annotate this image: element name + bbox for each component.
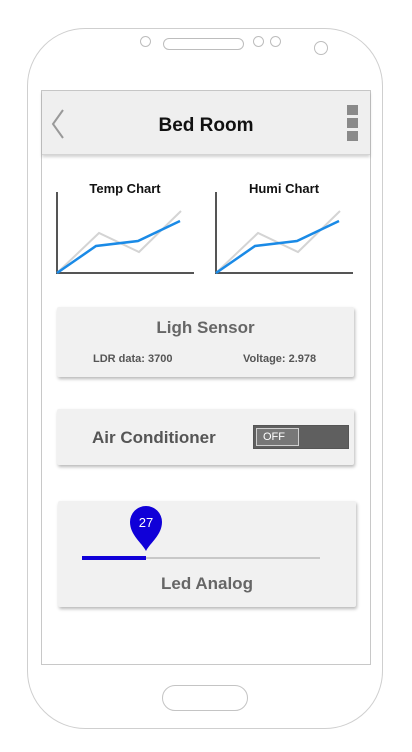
front-camera xyxy=(140,36,151,47)
led-slider-fill xyxy=(82,556,146,560)
led-analog-label: Led Analog xyxy=(161,574,253,593)
light-sensor-title: Ligh Sensor xyxy=(156,318,255,337)
app-screen: Bed Room Temp Chart Humi Chart Ligh Sens… xyxy=(41,90,371,665)
humi-chart: Humi Chart xyxy=(213,181,355,281)
light-sensor-card: Ligh Sensor LDR data: 3700 Voltage: 2.97… xyxy=(57,307,354,377)
top-bar: Bed Room xyxy=(42,91,370,155)
toggle-state-label: OFF xyxy=(256,428,299,446)
air-conditioner-toggle[interactable]: OFF xyxy=(253,425,349,449)
air-conditioner-card: Air Conditioner OFF xyxy=(57,409,354,465)
temp-chart: Temp Chart xyxy=(54,181,196,281)
voltage-text: Voltage: 2.978 xyxy=(243,353,317,365)
temp-chart-plot xyxy=(56,192,194,275)
led-slider-track[interactable] xyxy=(82,556,320,560)
more-menu-icon[interactable] xyxy=(347,105,358,141)
earpiece-speaker xyxy=(163,38,244,50)
temp-chart-series-gray xyxy=(56,210,182,274)
led-slider-value: 27 xyxy=(138,515,154,530)
phone-sensor xyxy=(314,41,328,55)
led-analog-card: 27 Led Analog xyxy=(58,501,356,607)
home-button[interactable] xyxy=(162,685,248,711)
ldr-data-text: LDR data: 3700 xyxy=(93,353,173,365)
temp-chart-series-blue xyxy=(56,219,181,275)
page-title: Bed Room xyxy=(158,115,254,136)
ambient-sensor xyxy=(270,36,281,47)
humi-chart-series-gray xyxy=(215,210,341,274)
humi-chart-plot xyxy=(215,192,353,275)
humi-chart-series-blue xyxy=(215,219,340,275)
proximity-sensor xyxy=(253,36,264,47)
air-conditioner-label: Air Conditioner xyxy=(92,428,216,447)
led-slider-thumb[interactable]: 27 xyxy=(128,503,164,553)
